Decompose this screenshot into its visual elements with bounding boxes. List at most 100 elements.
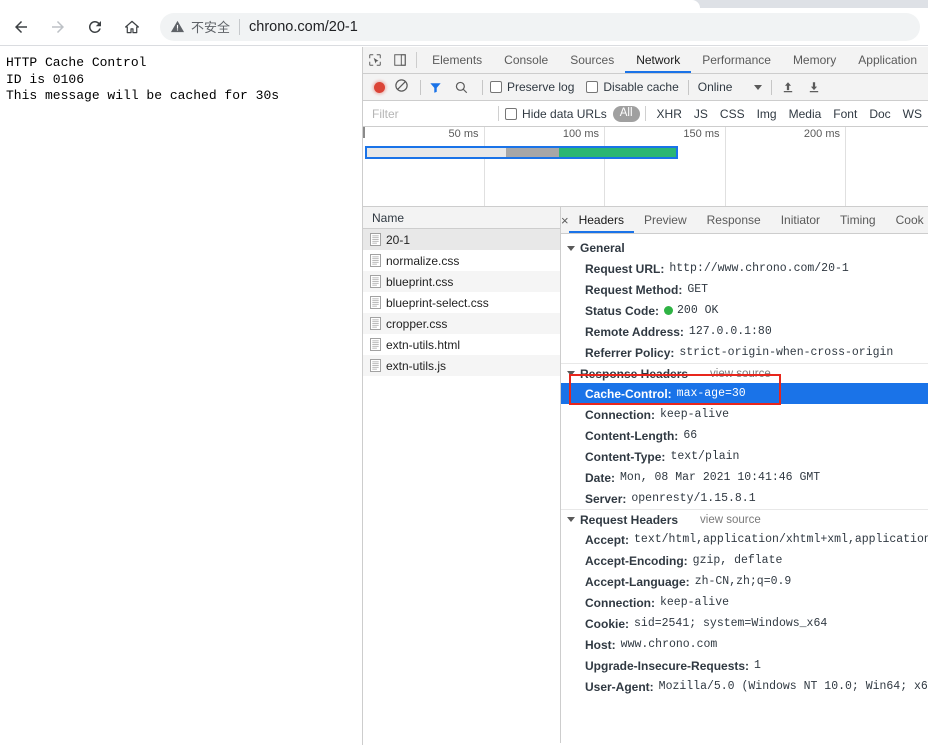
filter-type-js[interactable]: JS	[688, 107, 714, 121]
request-row[interactable]: blueprint.css	[363, 271, 560, 292]
request-row[interactable]: extn-utils.html	[363, 334, 560, 355]
request-row[interactable]: blueprint-select.css	[363, 292, 560, 313]
request-name: extn-utils.html	[386, 338, 460, 352]
header-row[interactable]: Remote Address:127.0.0.1:80	[561, 321, 928, 342]
home-button[interactable]	[116, 11, 148, 43]
header-value: GET	[687, 283, 708, 296]
request-name: blueprint.css	[386, 275, 453, 289]
request-row[interactable]: extn-utils.js	[363, 355, 560, 376]
network-action-bar: Preserve log Disable cache Online	[363, 74, 928, 101]
details-tab-response[interactable]: Response	[697, 207, 771, 233]
document-icon	[370, 338, 381, 351]
filter-type-ws[interactable]: WS	[897, 107, 928, 121]
header-name: Accept-Language:	[585, 575, 690, 589]
header-value: 1	[754, 659, 761, 672]
network-overview-timeline[interactable]: 50 ms100 ms150 ms200 ms2	[363, 127, 928, 207]
header-row[interactable]: Request Method:GET	[561, 279, 928, 300]
header-name: Connection:	[585, 408, 655, 422]
request-list-header: Name	[363, 207, 560, 229]
inspect-element-button[interactable]	[363, 47, 388, 73]
active-tab[interactable]	[0, 0, 700, 8]
document-icon	[370, 296, 381, 309]
filter-type-media[interactable]: Media	[783, 107, 828, 121]
clear-button[interactable]	[394, 78, 409, 96]
address-bar[interactable]: 不安全 chrono.com/20-1	[160, 13, 920, 41]
header-row[interactable]: Accept-Encoding:gzip, deflate	[561, 550, 928, 571]
section-header-general[interactable]: General	[561, 238, 928, 258]
header-row[interactable]: Request URL:http://www.chrono.com/20-1	[561, 258, 928, 279]
devtools-tab-memory[interactable]: Memory	[782, 47, 847, 73]
details-tab-initiator[interactable]: Initiator	[771, 207, 830, 233]
header-row[interactable]: Accept-Language: zh-CN,zh;q=0.9	[561, 571, 928, 592]
header-value: Mon, 08 Mar 2021 10:41:46 GMT	[620, 471, 820, 484]
reload-button[interactable]	[79, 11, 111, 43]
devtools-tab-network[interactable]: Network	[625, 47, 691, 73]
filter-type-doc[interactable]: Doc	[863, 107, 896, 121]
devtools-tab-elements[interactable]: Elements	[421, 47, 493, 73]
hide-data-urls-checkbox[interactable]: Hide data URLs	[505, 107, 607, 121]
section-title-text: General	[580, 241, 625, 255]
request-row[interactable]: normalize.css	[363, 250, 560, 271]
import-har-button[interactable]	[781, 80, 795, 94]
request-row[interactable]: 20-1	[363, 229, 560, 250]
devtools-tab-performance[interactable]: Performance	[691, 47, 782, 73]
filter-type-xhr[interactable]: XHR	[651, 107, 688, 121]
throttling-dropdown[interactable]: Online	[698, 80, 763, 94]
filter-type-css[interactable]: CSS	[714, 107, 751, 121]
view-source-link[interactable]: view source	[710, 368, 771, 380]
header-value: Mozilla/5.0 (Windows NT 10.0; Win64; x64…	[659, 680, 928, 693]
preserve-log-checkbox[interactable]: Preserve log	[490, 80, 574, 94]
header-row[interactable]: User-Agent:Mozilla/5.0 (Windows NT 10.0;…	[561, 676, 928, 697]
filter-type-all[interactable]: All	[613, 106, 640, 122]
header-row[interactable]: Server:openresty/1.15.8.1	[561, 488, 928, 509]
header-row[interactable]: Content-Type:text/plain	[561, 446, 928, 467]
header-row[interactable]: Upgrade-Insecure-Requests:1	[561, 655, 928, 676]
header-row[interactable]: Content-Length:66	[561, 425, 928, 446]
header-row[interactable]: Accept:text/html,application/xhtml+xml,a…	[561, 529, 928, 550]
device-toolbar-button[interactable]	[388, 47, 413, 73]
filter-input[interactable]: Filter	[369, 105, 490, 123]
disable-cache-checkbox[interactable]: Disable cache	[586, 80, 678, 94]
view-source-link[interactable]: view source	[700, 514, 761, 526]
header-row[interactable]: Cache-Control:max-age=30	[561, 383, 928, 404]
filter-toggle-button[interactable]	[428, 80, 443, 95]
filter-type-font[interactable]: Font	[827, 107, 863, 121]
request-row[interactable]: cropper.css	[363, 313, 560, 334]
details-tab-preview[interactable]: Preview	[634, 207, 697, 233]
details-tab-headers[interactable]: Headers	[569, 207, 634, 233]
devtools-tab-sources[interactable]: Sources	[559, 47, 625, 73]
header-row[interactable]: Cookie:sid=2541; system=Windows_x64	[561, 613, 928, 634]
overview-gridline	[484, 127, 485, 206]
header-row[interactable]: Status Code:200 OK	[561, 300, 928, 321]
close-details-button[interactable]: ×	[561, 207, 569, 233]
devtools-tab-application[interactable]: Application	[847, 47, 928, 73]
header-row[interactable]: Host:www.chrono.com	[561, 634, 928, 655]
tab-strip	[0, 0, 928, 8]
overview-tick-label: 50 ms	[449, 128, 484, 140]
section-header-request-headers[interactable]: Request Headersview source	[561, 509, 928, 529]
filter-type-img[interactable]: Img	[751, 107, 783, 121]
header-row[interactable]: Date:Mon, 08 Mar 2021 10:41:46 GMT	[561, 467, 928, 488]
header-value: zh-CN,zh;q=0.9	[695, 575, 792, 588]
header-name: Content-Length:	[585, 429, 678, 443]
header-name: Content-Type:	[585, 450, 665, 464]
export-har-button[interactable]	[807, 80, 821, 94]
details-tab-timing[interactable]: Timing	[830, 207, 886, 233]
chevron-down-icon	[754, 85, 762, 90]
devtools-tab-console[interactable]: Console	[493, 47, 559, 73]
header-row[interactable]: Connection:keep-alive	[561, 592, 928, 613]
details-tab-cook[interactable]: Cook	[886, 207, 928, 233]
search-button[interactable]	[454, 80, 469, 95]
record-button[interactable]	[374, 82, 385, 93]
header-name: Cache-Control:	[585, 387, 672, 401]
omnibox-divider	[239, 19, 240, 35]
network-filter-bar: Filter Hide data URLs All XHRJSCSSImgMedi…	[363, 101, 928, 127]
section-header-response-headers[interactable]: Response Headersview source	[561, 363, 928, 383]
header-name: Status Code:	[585, 304, 659, 318]
header-row[interactable]: Referrer Policy:strict-origin-when-cross…	[561, 342, 928, 363]
back-button[interactable]	[5, 11, 37, 43]
forward-button[interactable]	[42, 11, 74, 43]
network-split-view: Name 20-1 normalize.css blueprint.css bluep…	[363, 207, 928, 743]
header-row[interactable]: Connection:keep-alive	[561, 404, 928, 425]
request-name: normalize.css	[386, 254, 459, 268]
